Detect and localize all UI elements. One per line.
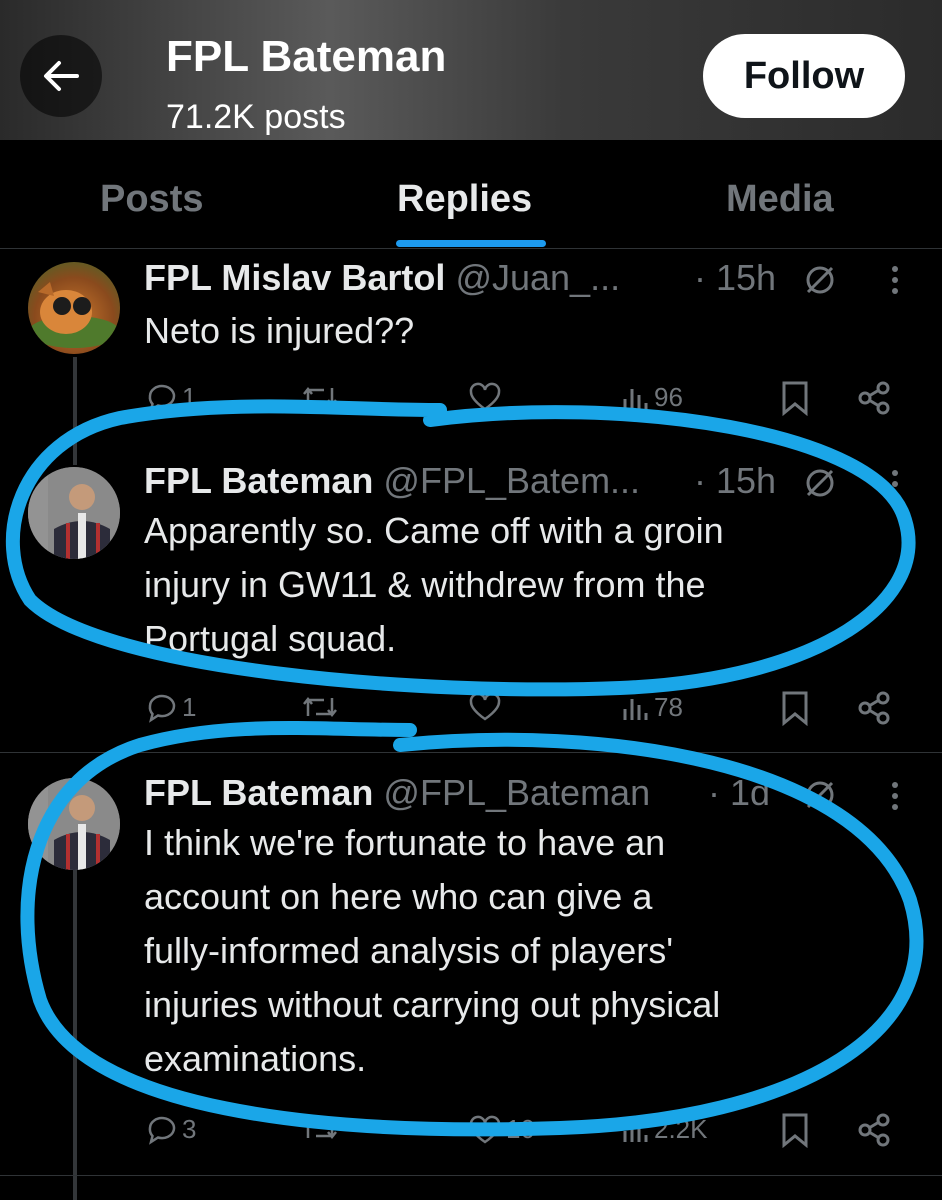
more-options-icon[interactable] bbox=[885, 782, 905, 810]
profile-header: FPL Bateman 71.2K posts Follow bbox=[0, 0, 942, 140]
post-time[interactable]: · 1d bbox=[708, 772, 770, 814]
heart-icon bbox=[469, 692, 501, 721]
share-icon[interactable] bbox=[856, 1112, 892, 1148]
heart-icon bbox=[469, 1115, 501, 1143]
post-text-line: Apparently so. Came off with a groin bbox=[144, 510, 724, 551]
repost-button[interactable] bbox=[300, 692, 340, 722]
avatar[interactable] bbox=[28, 262, 120, 354]
views-button[interactable]: 2.2K bbox=[620, 1114, 708, 1145]
post-author: FPL Bateman @FPL_Batem... bbox=[144, 460, 640, 502]
post-author: FPL Bateman @FPL_Bateman bbox=[144, 772, 650, 814]
post-time[interactable]: · 15h bbox=[694, 460, 776, 502]
reply-icon bbox=[148, 384, 176, 413]
repost-icon bbox=[303, 1118, 337, 1140]
reply-count: 1 bbox=[182, 382, 197, 412]
post-text-line: I think we're fortunate to have an bbox=[144, 822, 666, 863]
arrow-left-icon bbox=[44, 61, 79, 91]
post-divider bbox=[0, 1175, 942, 1176]
follow-button[interactable]: Follow bbox=[703, 34, 905, 118]
handle[interactable]: @Juan_... bbox=[455, 257, 620, 298]
reply-button[interactable]: 3 bbox=[146, 1114, 196, 1145]
view-count: 96 bbox=[654, 382, 683, 412]
display-name[interactable]: FPL Bateman bbox=[144, 460, 373, 501]
avatar[interactable] bbox=[28, 467, 120, 559]
post-text: I think we're fortunate to have an accou… bbox=[144, 816, 884, 1086]
avatar[interactable] bbox=[28, 778, 120, 870]
post-text-line: examinations. bbox=[144, 1038, 367, 1079]
reply-count: 3 bbox=[182, 1114, 197, 1144]
repost-button[interactable] bbox=[300, 1114, 340, 1144]
repost-icon bbox=[303, 696, 337, 718]
views-icon bbox=[623, 698, 648, 720]
views-icon bbox=[623, 1120, 648, 1142]
share-icon[interactable] bbox=[856, 690, 892, 726]
reply-button[interactable]: 1 bbox=[146, 382, 196, 413]
like-button[interactable]: 10 bbox=[468, 1114, 535, 1145]
page-title: FPL Bateman bbox=[166, 32, 447, 81]
reply-button[interactable]: 1 bbox=[146, 692, 196, 723]
post-count: 71.2K posts bbox=[166, 98, 346, 136]
thread-line bbox=[73, 870, 77, 1200]
post-author: FPL Mislav Bartol @Juan_... bbox=[144, 257, 620, 299]
post-text-line: injury in GW11 & withdrew from the bbox=[144, 564, 706, 605]
reply-restriction-icon bbox=[806, 469, 834, 497]
post-text-line: account on here who can give a bbox=[144, 876, 653, 917]
post-time[interactable]: · 15h bbox=[694, 257, 776, 299]
view-count: 78 bbox=[654, 692, 683, 722]
like-button[interactable] bbox=[468, 382, 502, 412]
thread-line bbox=[73, 357, 77, 465]
display-name[interactable]: FPL Bateman bbox=[144, 772, 373, 813]
views-button[interactable]: 78 bbox=[620, 692, 683, 723]
post-text: Apparently so. Came off with a groin inj… bbox=[144, 504, 884, 666]
profile-tabs: Posts Replies Media bbox=[0, 140, 942, 249]
repost-button[interactable] bbox=[300, 382, 340, 412]
active-tab-indicator bbox=[396, 240, 546, 247]
more-options-icon[interactable] bbox=[885, 266, 905, 294]
handle[interactable]: @FPL_Batem... bbox=[383, 460, 640, 501]
more-options-icon[interactable] bbox=[885, 470, 905, 498]
avatar-image bbox=[28, 778, 120, 870]
reply-restriction-icon bbox=[806, 266, 834, 294]
handle[interactable]: @FPL_Bateman bbox=[383, 772, 650, 813]
reply-restriction-icon bbox=[806, 781, 834, 809]
post-text: Neto is injured?? bbox=[144, 310, 415, 351]
views-button[interactable]: 96 bbox=[620, 382, 683, 413]
heart-icon bbox=[469, 382, 501, 411]
post-text-line: injuries without carrying out physical bbox=[144, 984, 721, 1025]
reply-icon bbox=[148, 1116, 176, 1145]
post-divider bbox=[0, 752, 942, 753]
back-button[interactable] bbox=[20, 35, 102, 117]
display-name[interactable]: FPL Mislav Bartol bbox=[144, 257, 445, 298]
tab-posts[interactable]: Posts bbox=[100, 178, 203, 221]
bookmark-icon[interactable] bbox=[780, 690, 810, 726]
post-text-line: Portugal squad. bbox=[144, 618, 397, 659]
bookmark-icon[interactable] bbox=[780, 1112, 810, 1148]
share-icon[interactable] bbox=[856, 380, 892, 416]
avatar-image bbox=[28, 467, 120, 559]
like-count: 10 bbox=[506, 1114, 535, 1144]
like-button[interactable] bbox=[468, 692, 502, 722]
view-count: 2.2K bbox=[654, 1114, 708, 1144]
repost-icon bbox=[303, 386, 337, 408]
reply-icon bbox=[148, 694, 176, 723]
reply-count: 1 bbox=[182, 692, 197, 722]
tab-replies[interactable]: Replies bbox=[397, 178, 532, 221]
tab-media[interactable]: Media bbox=[726, 178, 834, 221]
bookmark-icon[interactable] bbox=[780, 380, 810, 416]
views-icon bbox=[623, 388, 648, 410]
post-text-line: fully-informed analysis of players' bbox=[144, 930, 674, 971]
avatar-image bbox=[28, 282, 120, 348]
